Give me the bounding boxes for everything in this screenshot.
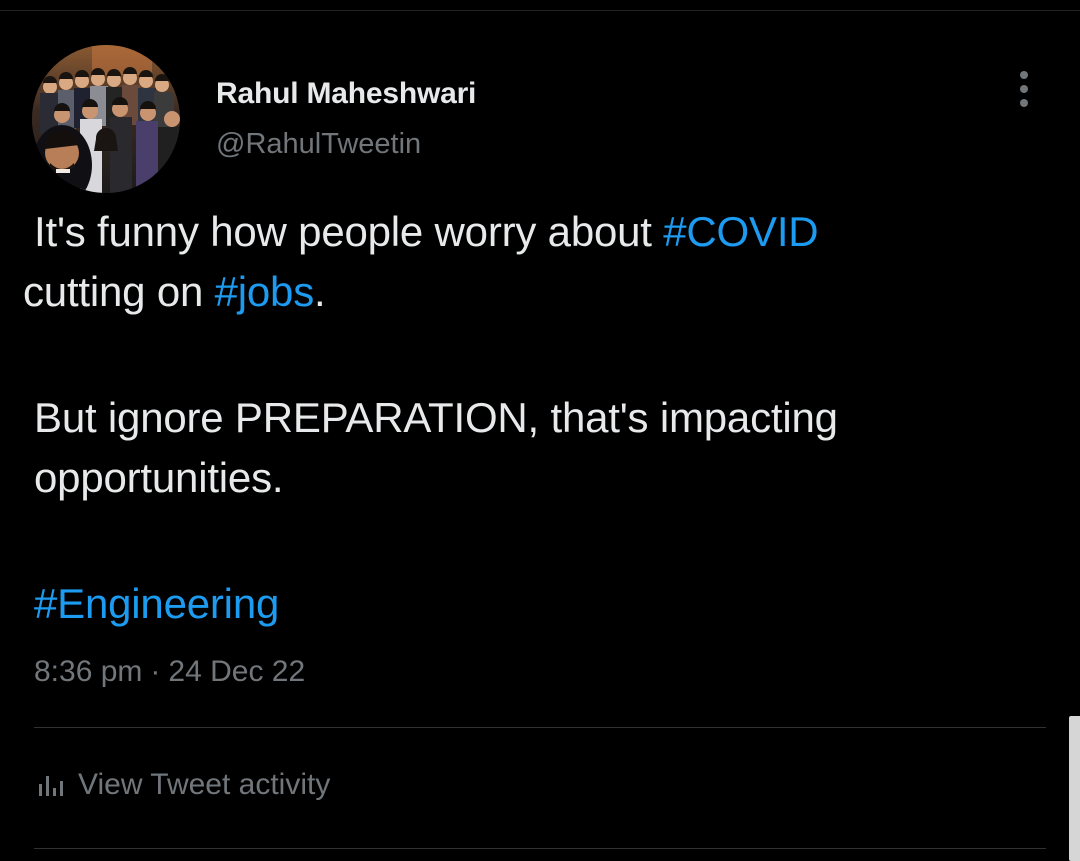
author-display-name[interactable]: Rahul Maheshwari [216,77,476,111]
hashtag-covid[interactable]: #COVID [663,208,818,255]
text-segment: cutting on [23,268,215,315]
text-segment: But ignore PREPARATION, that's impacting… [34,394,838,501]
more-options-button[interactable] [1006,66,1042,114]
divider [34,727,1046,728]
timestamp-separator: · [150,655,161,688]
text-segment: . [314,268,326,315]
divider [34,848,1046,849]
hashtag-jobs[interactable]: #jobs [215,268,315,315]
tweet-paragraph-2: But ignore PREPARATION, that's impacting… [34,388,994,508]
view-tweet-activity-button[interactable]: View Tweet activity [36,768,330,802]
tweet-time[interactable]: 8:36 pm [34,655,142,688]
avatar-photo [32,45,180,193]
top-divider [0,10,1080,11]
tweet-date[interactable]: 24 Dec 22 [168,655,305,688]
scrollbar-thumb[interactable] [1069,716,1080,861]
more-vertical-icon [1020,71,1028,107]
avatar[interactable] [32,45,180,193]
view-tweet-activity-label: View Tweet activity [78,768,331,801]
author-handle[interactable]: @RahulTweetin [216,128,421,161]
tweet-paragraph-3: #Engineering [34,574,1044,634]
text-segment: It's funny how people worry about [34,208,664,255]
hashtag-engineering[interactable]: #Engineering [34,580,279,627]
tweet-text: It's funny how people worry about #COVID… [23,202,1044,634]
tweet-paragraph-1: It's funny how people worry about #COVID… [23,202,1044,322]
bar-chart-icon [36,770,66,800]
tweet-timestamp: 8:36 pm · 24 Dec 22 [34,655,305,689]
